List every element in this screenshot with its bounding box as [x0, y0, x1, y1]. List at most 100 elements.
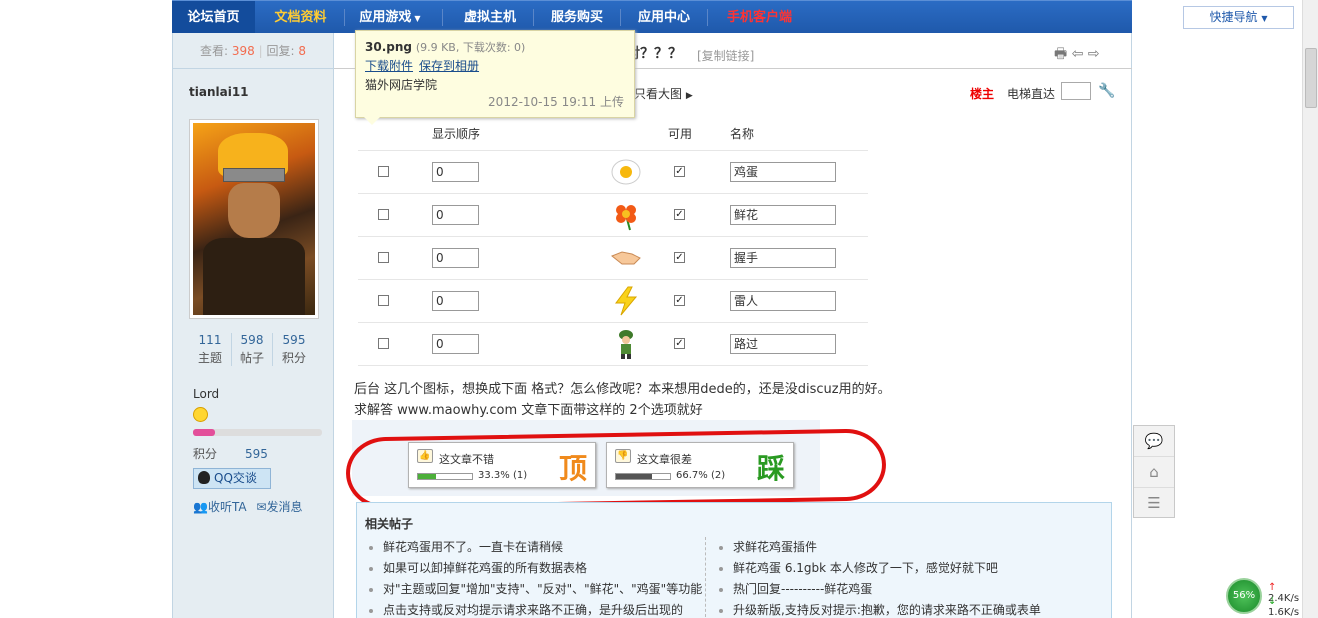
nav-home[interactable]: 论坛首页 [172, 1, 255, 34]
select-checkbox[interactable] [378, 166, 389, 177]
name-input[interactable]: 鲜花 [730, 205, 836, 225]
select-checkbox[interactable] [378, 252, 389, 263]
qq-chat-label: QQ交谈 [214, 471, 257, 485]
table-row: 0 ✓ 雷人 [358, 280, 868, 323]
follow-label: 收听TA [207, 500, 247, 514]
arrow-right-icon: ▶ [685, 91, 693, 101]
nav-mobile[interactable]: 手机客户端 [712, 1, 807, 34]
qq-penguin-icon [198, 471, 210, 484]
scrollbar[interactable] [1302, 0, 1318, 618]
related-threads: 相关帖子 鲜花鸡蛋用不了。一直卡在请稍候 如果可以卸掉鲜花鸡蛋的所有数据表格 对… [356, 502, 1112, 618]
stat-topics-label: 主题 [197, 351, 222, 365]
select-checkbox[interactable] [378, 338, 389, 349]
stat-topics-value: 111 [198, 333, 222, 347]
related-list-left: 鲜花鸡蛋用不了。一直卡在请稍候 如果可以卸掉鲜花鸡蛋的所有数据表格 对"主题或回… [357, 537, 702, 618]
scrollbar-thumb[interactable] [1305, 48, 1317, 108]
select-checkbox[interactable] [378, 295, 389, 306]
author-actions: 👥收听TA ✉发消息 [193, 498, 302, 515]
views-count: 398 [231, 44, 255, 58]
attachment-links: 下载附件 保存到相册 [365, 57, 485, 74]
related-link[interactable]: 热门回复----------鲜花鸡蛋 [707, 579, 1107, 600]
stat-posts[interactable]: 598 帖子 [231, 333, 273, 366]
only-big-images-label: 只看大图 [634, 87, 683, 101]
op-badge: 楼主 [970, 87, 995, 101]
col-order: 显示顺序 [432, 127, 481, 141]
table-row: 0 ✓ 路过 [358, 323, 868, 366]
nav-separator [344, 9, 345, 26]
attachment-filename: 30.png [365, 40, 412, 54]
lightning-icon [610, 285, 642, 317]
col-enabled: 可用 [668, 127, 693, 141]
name-input[interactable]: 雷人 [730, 291, 836, 311]
follow-link[interactable]: 👥收听TA [193, 500, 247, 514]
related-link[interactable]: 对"主题或回复"增加"支持"、"反对"、"鲜花"、"鸡蛋"等功能 [357, 579, 702, 600]
thread-stats: 查看: 398 | 回复: 8 [173, 33, 333, 69]
enabled-checkbox[interactable]: ✓ [674, 252, 685, 263]
order-input[interactable]: 0 [432, 248, 479, 268]
avatar[interactable] [189, 119, 319, 319]
message-link[interactable]: ✉发消息 [256, 500, 302, 514]
select-checkbox[interactable] [378, 209, 389, 220]
name-input[interactable]: 握手 [730, 248, 836, 268]
wrench-icon[interactable]: 🔧 [1098, 83, 1115, 99]
enabled-checkbox[interactable]: ✓ [674, 338, 685, 349]
quick-nav-button[interactable]: 快捷导航 ▼ [1183, 6, 1294, 29]
table-header: 显示顺序 可用 名称 [358, 123, 868, 151]
envelope-icon: ✉ [256, 500, 267, 514]
order-input[interactable]: 0 [432, 291, 479, 311]
post-line-2: 求解答 www.maowhy.com 文章下面带这样的 2个选项就好 [354, 403, 703, 418]
name-input[interactable]: 路过 [730, 334, 836, 354]
post-line-1: 后台 这几个图标，想换成下面 格式？怎么修改呢？本来想用dede的，还是没dis… [354, 382, 891, 397]
comment-icon[interactable]: 💬 [1134, 426, 1174, 457]
elevator-input[interactable] [1061, 82, 1091, 100]
related-link[interactable]: 鲜花鸡蛋用不了。一直卡在请稍候 [357, 537, 702, 558]
related-link[interactable]: 点击支持或反对均提示请求来路不正确，是升级后出现的 [357, 600, 702, 618]
back-to-top-icon[interactable]: ⌂ [1134, 457, 1174, 488]
print-icon[interactable]: 🖶 [1054, 46, 1067, 62]
network-monitor[interactable]: 56% ↑ 2.4K/s ↓ 1.6K/s [1226, 578, 1302, 618]
stat-credits[interactable]: 595 积分 [273, 333, 315, 366]
replies-label: 回复: [266, 44, 295, 58]
next-thread-icon[interactable]: ⇨ [1088, 46, 1100, 62]
download-arrow-icon: ↓ [1268, 596, 1277, 607]
related-link[interactable]: 升级新版,支持反对提示:抱歉，您的请求来路不正确或表单 [707, 600, 1107, 618]
elevator-label: 电梯直达 [1007, 87, 1056, 101]
network-usage-ball: 56% [1226, 578, 1262, 614]
attachment-info: 30.png (9.9 KB, 下载次数: 0) [365, 39, 525, 55]
level-progress-fill [193, 429, 215, 436]
download-attachment-link[interactable]: 下载附件 [365, 59, 413, 73]
points-row: 积分 595 [193, 445, 268, 462]
avatar-headband [223, 168, 285, 182]
related-link[interactable]: 求鲜花鸡蛋插件 [707, 537, 1107, 558]
list-icon[interactable]: ☰ [1134, 488, 1174, 519]
save-to-album-link[interactable]: 保存到相册 [419, 59, 479, 73]
avatar-body [203, 238, 305, 315]
name-input[interactable]: 鸡蛋 [730, 162, 836, 182]
enabled-checkbox[interactable]: ✓ [674, 209, 685, 220]
copy-link[interactable]: [复制链接] [697, 47, 754, 64]
qq-chat-button[interactable]: QQ交谈 [193, 468, 271, 489]
related-title: 相关帖子 [365, 517, 414, 531]
order-input[interactable]: 0 [432, 205, 479, 225]
table-row: 0 ✓ 握手 [358, 237, 868, 280]
author-name[interactable]: tianlai11 [189, 85, 249, 99]
points-label: 积分 [193, 447, 218, 461]
top-nav: 论坛首页 文档资料 应用游戏 ▼ 虚拟主机 服务购买 应用中心 手机客户端 快捷导… [172, 0, 1294, 34]
prev-thread-icon[interactable]: ⇦ [1072, 46, 1084, 62]
post-main: 对？？？ [复制链接] 🖶 ⇦ ⇨ 只看大图 ▶ 楼主 电梯直达 🔧 显示顺序 … [334, 33, 1132, 618]
chevron-down-icon: ▼ [414, 14, 421, 23]
order-input[interactable]: 0 [432, 162, 479, 182]
only-big-images-link[interactable]: 只看大图 ▶ [634, 85, 693, 102]
related-link[interactable]: 如果可以卸掉鲜花鸡蛋的所有数据表格 [357, 558, 702, 579]
table-row: 0 ✓ 鸡蛋 [358, 151, 868, 194]
enabled-checkbox[interactable]: ✓ [674, 295, 685, 306]
table-row: 0 ✓ 鲜花 [358, 194, 868, 237]
stat-topics[interactable]: 111 主题 [189, 333, 231, 366]
enabled-checkbox[interactable]: ✓ [674, 166, 685, 177]
order-input[interactable]: 0 [432, 334, 479, 354]
related-divider [705, 537, 706, 617]
nav-docs[interactable]: 文档资料 [258, 1, 343, 34]
upload-arrow-icon: ↑ [1268, 582, 1277, 593]
author-sidebar: 查看: 398 | 回复: 8 tianlai11 111 主题 598 帖子 595 积… [172, 33, 334, 618]
related-link[interactable]: 鲜花鸡蛋 6.1gbk 本人修改了一下，感觉好就下吧 [707, 558, 1107, 579]
